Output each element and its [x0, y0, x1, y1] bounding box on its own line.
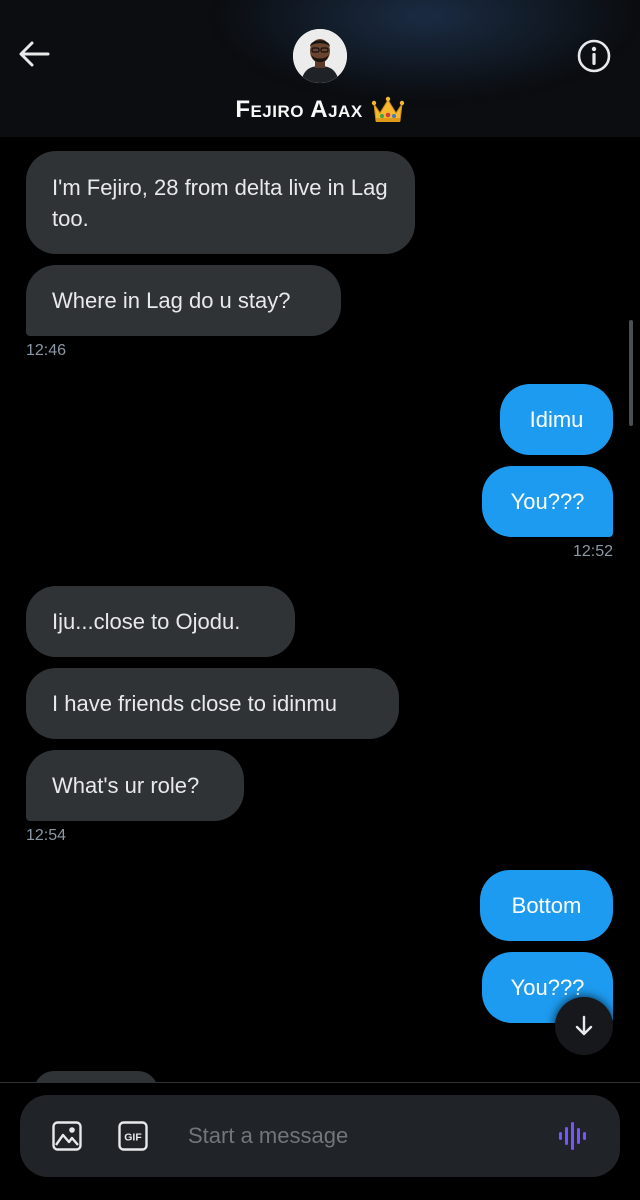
scrollbar-thumb[interactable] — [629, 320, 633, 426]
contact-name-row[interactable]: Fejiro Ajax — [0, 92, 640, 128]
message-bubble-incoming[interactable]: I have friends close to idinmu — [26, 668, 399, 739]
voice-wave-icon — [559, 1122, 586, 1150]
message-composer: GIF — [20, 1095, 620, 1177]
message-bubble-incoming[interactable]: Where in Lag do u stay? — [26, 265, 341, 336]
gif-label: GIF — [124, 1132, 142, 1144]
message-text: I'm Fejiro, 28 from delta live in Lag to… — [52, 174, 388, 231]
message-text: Bottom — [511, 893, 582, 918]
crown-icon — [371, 96, 404, 122]
message-text: What's ur role? — [52, 773, 200, 798]
message-text: I have friends close to idinmu — [52, 691, 337, 716]
avatar-image — [293, 29, 347, 83]
contact-avatar[interactable] — [293, 29, 347, 83]
message-bubble-incoming[interactable]: I'm Fejiro, 28 from delta live in Lag to… — [26, 151, 415, 254]
message-bubble-outgoing[interactable]: Idimu — [500, 384, 613, 455]
message-text: Where in Lag do u stay? — [52, 288, 291, 313]
dm-conversation-screen: Fejiro Ajax I'm Fejiro, 28 from delta li… — [0, 0, 640, 1200]
image-icon — [52, 1121, 82, 1151]
back-button[interactable] — [14, 34, 54, 74]
arrow-left-icon — [19, 41, 50, 67]
conversation-info-button[interactable] — [574, 36, 614, 76]
add-gif-button[interactable]: GIF — [116, 1119, 150, 1153]
info-icon — [577, 39, 611, 73]
message-text: You??? — [510, 489, 585, 514]
gif-icon: GIF — [118, 1121, 148, 1151]
jump-to-latest-button[interactable] — [555, 997, 613, 1055]
message-input[interactable] — [188, 1115, 528, 1157]
message-text: Idimu — [529, 407, 584, 432]
message-bubble-incoming[interactable]: Iju...close to Ojodu. — [26, 586, 295, 657]
contact-name: Fejiro Ajax — [235, 96, 363, 123]
voice-message-button[interactable] — [554, 1117, 594, 1155]
arrow-down-icon — [575, 1015, 593, 1036]
message-timestamp: 12:46 — [26, 342, 67, 359]
message-bubble-outgoing[interactable]: Bottom — [480, 870, 613, 941]
message-bubble-outgoing[interactable]: You??? — [482, 466, 613, 537]
message-timestamp: 12:54 — [26, 827, 67, 844]
add-photo-button[interactable] — [50, 1119, 84, 1153]
message-list[interactable]: I'm Fejiro, 28 from delta live in Lag to… — [0, 137, 640, 1082]
message-bubble-incoming[interactable]: What's ur role? — [26, 750, 244, 821]
message-text: Iju...close to Ojodu. — [52, 609, 241, 634]
message-timestamp: 12:52 — [572, 543, 613, 560]
conversation-header: Fejiro Ajax — [0, 0, 640, 137]
